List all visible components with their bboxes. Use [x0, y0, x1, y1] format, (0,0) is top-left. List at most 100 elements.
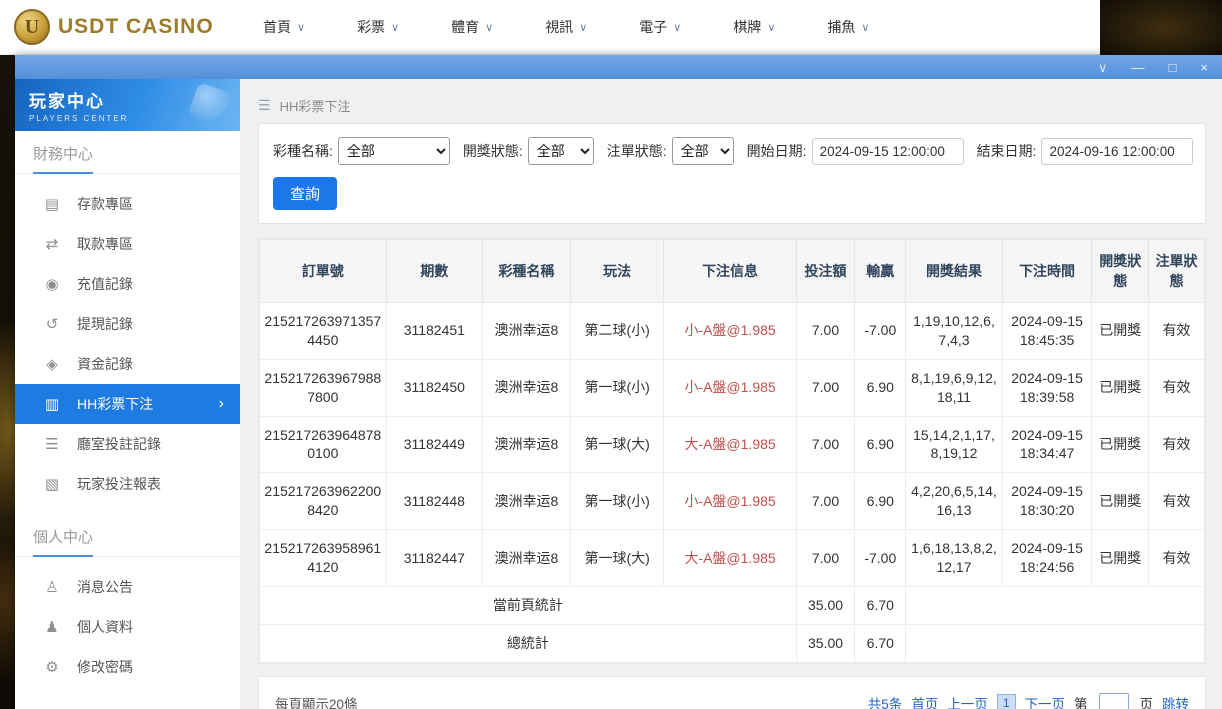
draw-status-label: 開獎狀態: — [463, 141, 523, 161]
recharge-record-icon: ◉ — [43, 275, 61, 293]
table-cell: 2024-09-15 18:34:47 — [1002, 416, 1092, 473]
col-bet-info: 下注信息 — [664, 240, 796, 303]
sidebar-item-announcements[interactable]: ♙ 消息公告 — [15, 567, 240, 607]
table-cell: 1,19,10,12,6,7,4,3 — [906, 303, 1002, 360]
table-cell: 澳洲幸运8 — [483, 473, 571, 530]
sidebar: 玩家中心 PLAYERS CENTER 財務中心 ▤ 存款專區 ⇄ 取款專區 — [15, 79, 240, 709]
nav-item-slots[interactable]: 電子∨ — [639, 17, 681, 37]
table-cell: 6.90 — [855, 473, 906, 530]
orders-table: 訂單號 期數 彩種名稱 玩法 下注信息 投注額 輸贏 開獎結果 下注時間 開獎狀… — [259, 239, 1205, 663]
table-cell: 7.00 — [796, 416, 855, 473]
table-cell: 1,6,18,13,8,2,12,17 — [906, 530, 1002, 587]
col-win-loss: 輸贏 — [855, 240, 906, 303]
nav-item-home[interactable]: 首頁∨ — [263, 17, 305, 37]
end-date-label: 結束日期: — [977, 141, 1037, 161]
room-bet-record-icon: ☰ — [43, 435, 61, 453]
nav-item-fishing[interactable]: 捕魚∨ — [827, 17, 869, 37]
window-titlebar: ∨ — □ × — [15, 55, 1222, 79]
window-close-button[interactable]: × — [1200, 61, 1208, 74]
sidebar-item-withdraw-area[interactable]: ⇄ 取款專區 — [15, 224, 240, 264]
page-jump-input[interactable] — [1099, 693, 1129, 709]
sidebar-item-room-bet-record[interactable]: ☰ 廳室投註記錄 — [15, 424, 240, 464]
table-cell: 31182449 — [386, 416, 482, 473]
chevron-down-icon: ∨ — [391, 21, 399, 34]
sidebar-section-finance: 財務中心 ▤ 存款專區 ⇄ 取款專區 ◉ 充值記錄 ↺ — [15, 131, 240, 514]
sidebar-item-label: 提現記錄 — [77, 314, 133, 334]
chevron-down-icon: ∨ — [767, 21, 775, 34]
sidebar-item-recharge-record[interactable]: ◉ 充值記錄 — [15, 264, 240, 304]
summary-bet-total: 35.00 — [796, 586, 855, 624]
table-cell: 已開獎 — [1092, 303, 1149, 360]
table-body: 215217263971357445031182451澳洲幸运8第二球(小)小-… — [260, 303, 1205, 663]
col-issue: 期數 — [386, 240, 482, 303]
table-cell: 第一球(小) — [570, 473, 664, 530]
page-title: HH彩票下注 — [280, 96, 351, 115]
table-cell: 小-A盤@1.985 — [664, 473, 796, 530]
main-content: ☰ HH彩票下注 彩種名稱: 全部 開獎狀態: 全部 — [240, 79, 1222, 709]
sidebar-item-hh-lottery-bets[interactable]: ▥ HH彩票下注 › — [15, 384, 240, 424]
table-cell: 31182450 — [386, 359, 482, 416]
table-cell: 31182448 — [386, 473, 482, 530]
total-count: 共5条 — [868, 693, 903, 709]
draw-status-select[interactable]: 全部 — [528, 137, 594, 165]
table-cell: 15,14,2,1,17,8,19,12 — [906, 416, 1002, 473]
lottery-name-label: 彩種名稱: — [273, 141, 333, 161]
table-cell: 澳洲幸运8 — [483, 303, 571, 360]
search-button[interactable]: 查詢 — [273, 177, 337, 210]
table-cell: 31182447 — [386, 530, 482, 587]
summary-empty — [906, 624, 1205, 662]
end-date-input[interactable] — [1041, 138, 1193, 165]
sidebar-item-deposit-area[interactable]: ▤ 存款專區 — [15, 184, 240, 224]
window-minimize-button[interactable]: — — [1132, 61, 1145, 74]
logo-text: USDT CASINO — [58, 15, 214, 39]
window-collapse-button[interactable]: ∨ — [1098, 61, 1108, 74]
table-cell: 4,2,20,6,5,14,16,13 — [906, 473, 1002, 530]
sidebar-item-withdrawal-record[interactable]: ↺ 提現記錄 — [15, 304, 240, 344]
sidebar-item-change-password[interactable]: ⚙ 修改密碼 — [15, 647, 240, 687]
table-header-row: 訂單號 期數 彩種名稱 玩法 下注信息 投注額 輸贏 開獎結果 下注時間 開獎狀… — [260, 240, 1205, 303]
table-cell: 有效 — [1149, 473, 1205, 530]
nav-item-live-video[interactable]: 視訊∨ — [545, 17, 587, 37]
table-cell: 已開獎 — [1092, 530, 1149, 587]
nav-label: 體育 — [451, 17, 479, 37]
table-cell: 澳洲幸运8 — [483, 416, 571, 473]
table-cell: 已開獎 — [1092, 416, 1149, 473]
start-date-input[interactable] — [812, 138, 964, 165]
prev-page-link[interactable]: 上一页 — [947, 693, 988, 709]
table-cell: 小-A盤@1.985 — [664, 359, 796, 416]
table-cell: 2024-09-15 18:39:58 — [1002, 359, 1092, 416]
site-logo[interactable]: U USDT CASINO — [0, 9, 215, 45]
nav-item-lottery[interactable]: 彩票∨ — [357, 17, 399, 37]
sidebar-item-player-bet-report[interactable]: ▧ 玩家投注報表 — [15, 464, 240, 504]
window-maximize-button[interactable]: □ — [1169, 61, 1177, 74]
menu-icon[interactable]: ☰ — [258, 97, 271, 114]
lottery-name-select[interactable]: 全部 — [338, 137, 450, 165]
nav-item-sports[interactable]: 體育 ∨ — [451, 17, 493, 37]
table-cell: 第一球(大) — [570, 416, 664, 473]
table-cell: 7.00 — [796, 303, 855, 360]
sidebar-item-label: 取款專區 — [77, 234, 133, 254]
chevron-down-icon: ∨ — [485, 21, 493, 34]
withdraw-icon: ⇄ — [43, 235, 61, 253]
next-page-link[interactable]: 下一页 — [1025, 693, 1066, 709]
table-cell: 已開獎 — [1092, 359, 1149, 416]
table-cell: 2152172639622008420 — [260, 473, 387, 530]
col-play-type: 玩法 — [570, 240, 664, 303]
sidebar-item-profile[interactable]: ♟ 個人資料 — [15, 607, 240, 647]
order-status-select[interactable]: 全部 — [672, 137, 734, 165]
nav-item-board-games[interactable]: 棋牌∨ — [733, 17, 775, 37]
table-cell: 6.90 — [855, 416, 906, 473]
table-cell: 2024-09-15 18:24:56 — [1002, 530, 1092, 587]
site-header: U USDT CASINO 首頁∨ 彩票∨ 體育∨ 視訊∨ 電子∨ 棋牌∨ 捕魚… — [0, 0, 1100, 55]
table-cell: 6.90 — [855, 359, 906, 416]
withdrawal-record-icon: ↺ — [43, 315, 61, 333]
sidebar-item-funds-record[interactable]: ◈ 資金記錄 — [15, 344, 240, 384]
nav-label: 首頁 — [263, 17, 291, 37]
jump-button[interactable]: 跳转 — [1162, 693, 1189, 709]
first-page-link[interactable]: 首页 — [911, 693, 938, 709]
table-cell: 7.00 — [796, 473, 855, 530]
chevron-down-icon: ∨ — [579, 21, 587, 34]
current-page-indicator[interactable]: 1 — [997, 694, 1016, 709]
summary-label: 當前頁統計 — [260, 586, 797, 624]
start-date-label: 開始日期: — [747, 141, 807, 161]
